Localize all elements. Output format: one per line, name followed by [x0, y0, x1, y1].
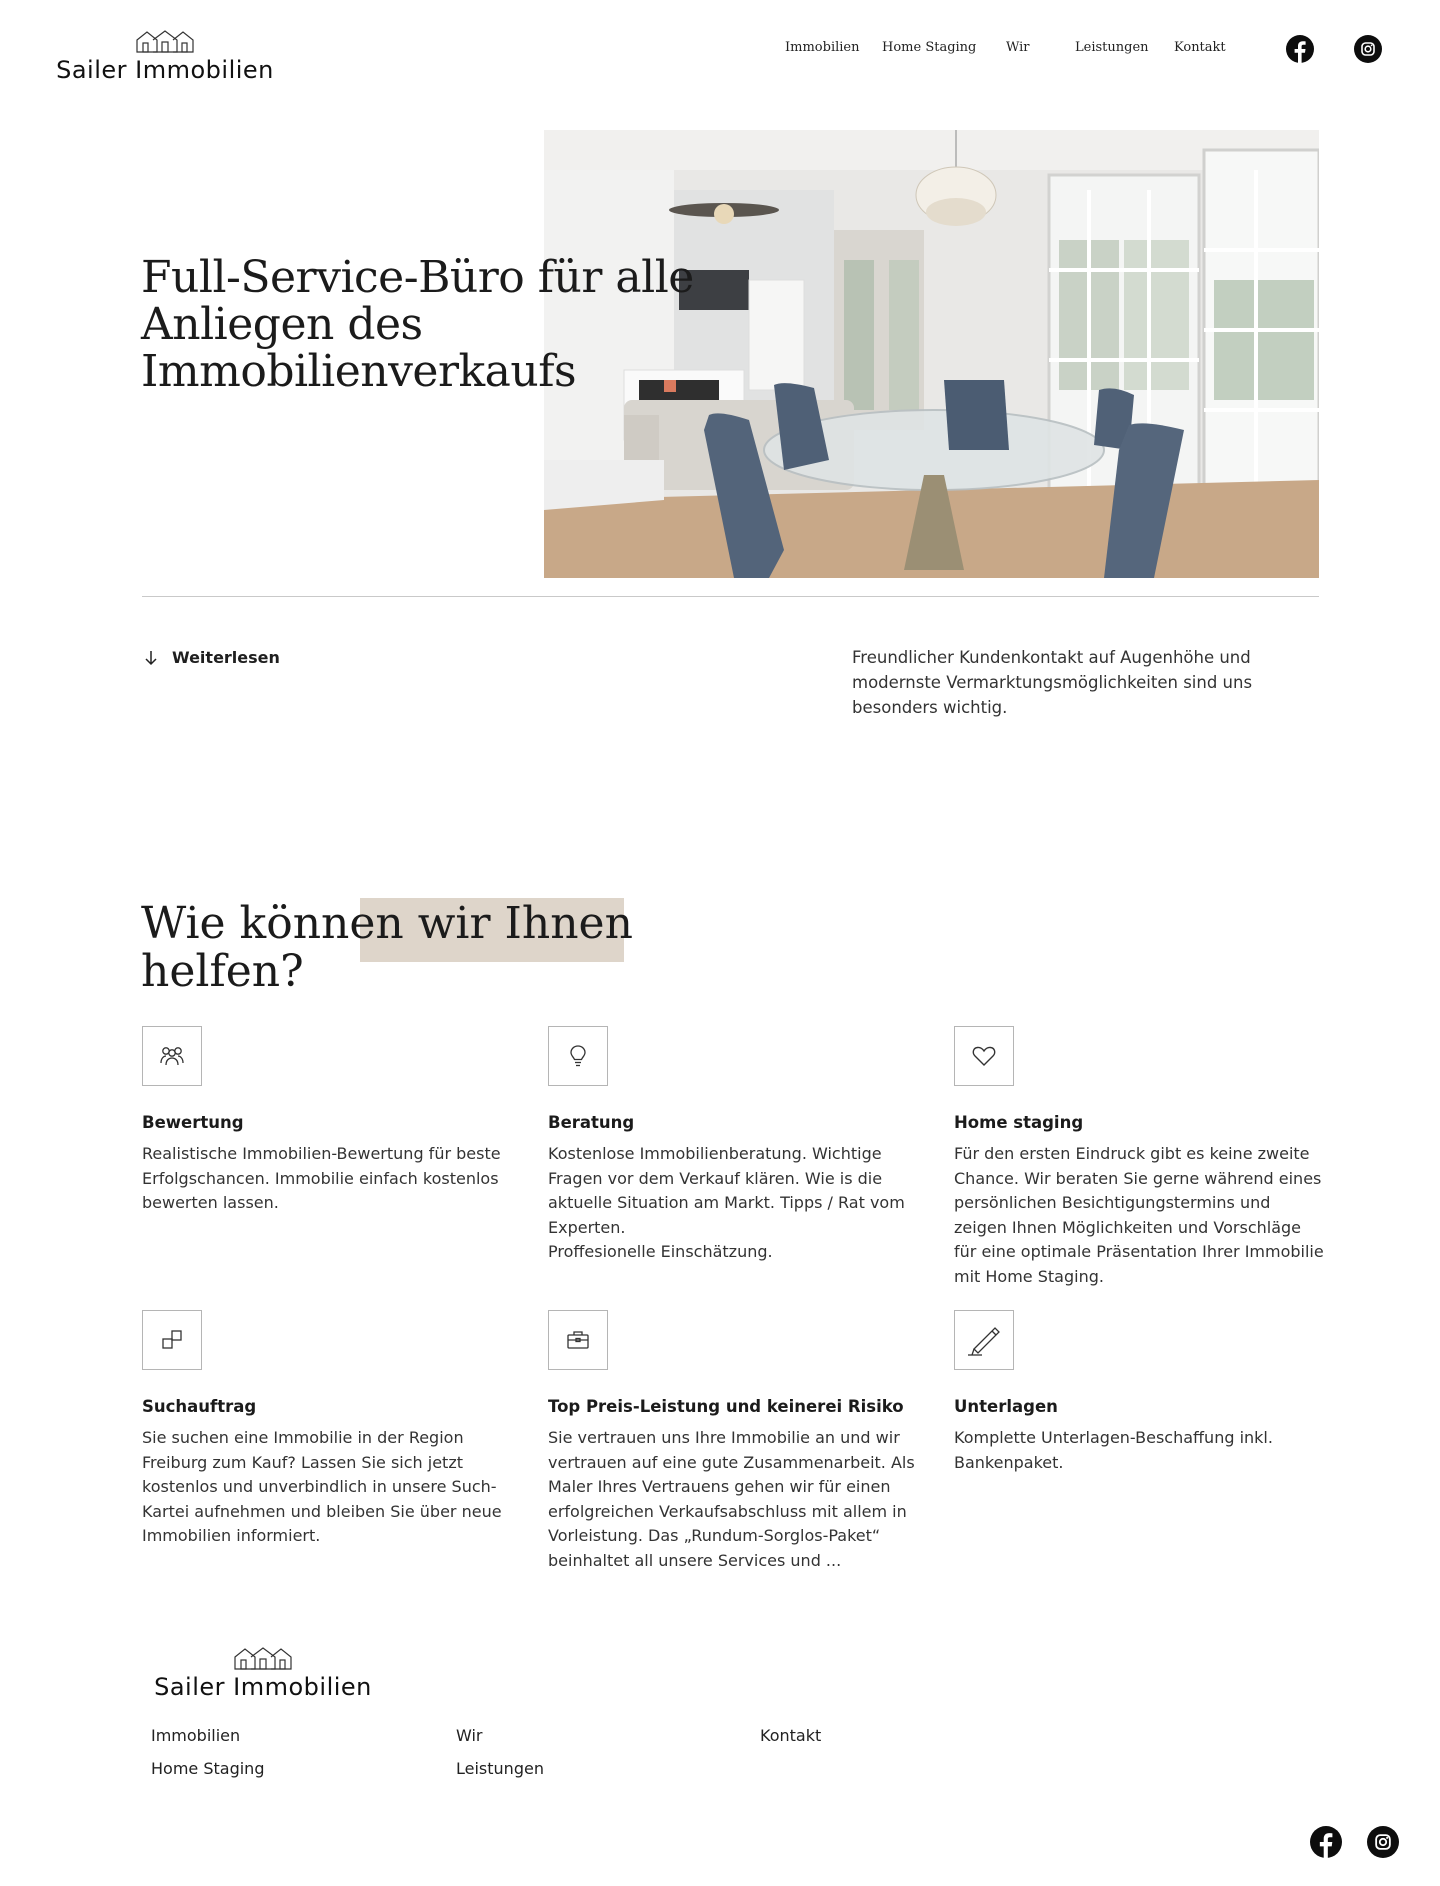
service-text: Sie suchen eine Immobilie in der Region …: [142, 1428, 502, 1545]
services-title: Wie können wir Ihnen helfen?: [141, 898, 633, 997]
read-more-label: Weiterlesen: [172, 648, 280, 667]
service-card-bewertung: Bewertung Realistische Immobilien-Bewert…: [142, 1026, 512, 1216]
footer-link-immobilien[interactable]: Immobilien: [151, 1726, 240, 1745]
brand-name: Sailer Immobilien: [56, 56, 274, 84]
service-text: Kostenlose Immobilienberatung. Wichtige …: [548, 1144, 905, 1261]
service-card-top-preis: Top Preis-Leistung und keinerei Risiko S…: [548, 1310, 918, 1573]
footer-link-kontakt[interactable]: Kontakt: [760, 1726, 821, 1745]
nav-wir[interactable]: Wir: [1006, 40, 1030, 55]
service-card-beratung: Beratung Kostenlose Immobilienberatung. …: [548, 1026, 918, 1265]
footer-link-home-staging[interactable]: Home Staging: [151, 1759, 264, 1778]
nav-immobilien[interactable]: Immobilien: [785, 40, 859, 55]
nav-home-staging[interactable]: Home Staging: [882, 40, 976, 55]
instagram-icon[interactable]: [1354, 35, 1382, 63]
service-title: Top Preis-Leistung und keinerei Risiko: [548, 1397, 904, 1416]
service-text: Komplette Unterlagen-Beschaffung inkl. B…: [954, 1428, 1273, 1472]
nav-kontakt[interactable]: Kontakt: [1174, 40, 1226, 55]
footer-brand-logo[interactable]: Sailer Immobilien: [148, 1645, 378, 1701]
service-title: Home staging: [954, 1113, 1084, 1132]
footer-instagram-icon[interactable]: [1367, 1826, 1399, 1858]
service-text: Realistische Immobilien-Bewertung für be…: [142, 1144, 501, 1212]
service-title: Suchauftrag: [142, 1397, 257, 1416]
brand-logo[interactable]: Sailer Immobilien: [50, 28, 280, 84]
arrow-down-icon: [145, 650, 157, 665]
service-card-home-staging: Home staging Für den ersten Eindruck gib…: [954, 1026, 1324, 1289]
service-title: Unterlagen: [954, 1397, 1058, 1416]
squares-icon: [162, 1330, 182, 1349]
hero-title: Full-Service-Büro für alle Anliegen des …: [141, 252, 694, 397]
house-logo-icon: [234, 1647, 292, 1670]
read-more-link[interactable]: Weiterlesen: [144, 648, 280, 667]
service-card-unterlagen: Unterlagen Komplette Unterlagen-Beschaff…: [954, 1310, 1324, 1475]
footer-link-leistungen[interactable]: Leistungen: [456, 1759, 544, 1778]
footer-brand-name: Sailer Immobilien: [154, 1673, 372, 1701]
people-icon: [160, 1047, 184, 1066]
footer-link-wir[interactable]: Wir: [456, 1726, 483, 1745]
briefcase-icon: [567, 1331, 589, 1349]
pen-icon: [968, 1327, 1000, 1356]
service-card-suchauftrag: Suchauftrag Sie suchen eine Immobilie in…: [142, 1310, 512, 1549]
facebook-icon[interactable]: [1286, 35, 1314, 63]
service-title: Bewertung: [142, 1113, 244, 1132]
service-text: Für den ersten Eindruck gibt es keine zw…: [954, 1144, 1324, 1286]
nav-leistungen[interactable]: Leistungen: [1075, 40, 1149, 55]
hero-divider: [142, 596, 1319, 597]
lightbulb-icon: [570, 1045, 586, 1067]
hero-intro-text: Freundlicher Kundenkontakt auf Augenhöhe…: [852, 648, 1253, 717]
house-logo-icon: [136, 30, 194, 53]
footer-facebook-icon[interactable]: [1310, 1826, 1342, 1858]
service-text: Sie vertrauen uns Ihre Immobilie an und …: [548, 1428, 915, 1570]
heart-icon: [972, 1046, 996, 1066]
service-title: Beratung: [548, 1113, 635, 1132]
